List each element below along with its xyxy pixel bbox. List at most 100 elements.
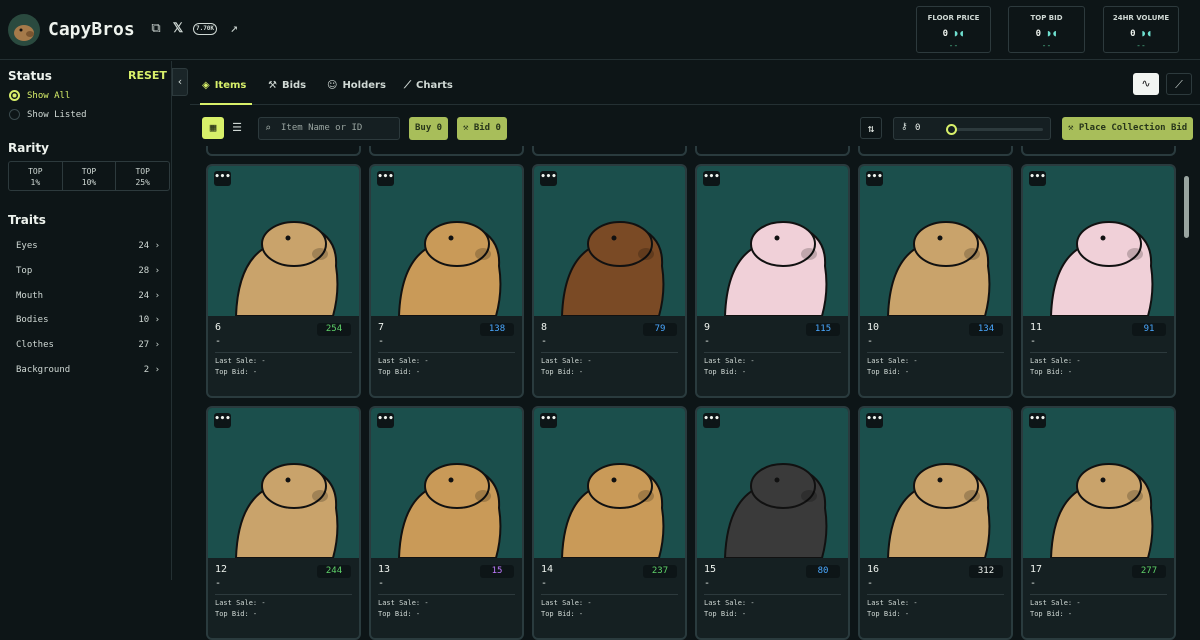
nft-card[interactable]: ••• 13 15- Last Sale: - Top Bid: - [369, 406, 524, 640]
nft-image[interactable]: ••• [371, 408, 522, 558]
rarity-top-25[interactable]: TOP 25% [116, 162, 169, 190]
nft-card[interactable]: ••• 15 80- Last Sale: - Top Bid: - [695, 406, 850, 640]
nft-image[interactable]: ••• [534, 166, 685, 316]
nft-card[interactable]: ••• 14 237- Last Sale: - Top Bid: - [532, 406, 687, 640]
nft-image[interactable]: ••• [860, 166, 1011, 316]
more-options-button[interactable]: ••• [703, 171, 720, 186]
more-options-button[interactable]: ••• [214, 413, 231, 428]
top-bid: Top Bid: - [1030, 610, 1073, 618]
search-input[interactable]: ⌕ Item Name or ID [258, 117, 400, 140]
previous-card-edge [369, 146, 524, 156]
list-view-button[interactable]: ☰ [226, 117, 248, 139]
nft-image[interactable]: ••• [371, 166, 522, 316]
floor-price-stat: FLOOR PRICE 0 ◗◖ -- [916, 6, 991, 53]
rarity-heading: Rarity [8, 141, 49, 155]
more-options-button[interactable]: ••• [377, 413, 394, 428]
rarity-top-1[interactable]: TOP 1% [9, 162, 63, 190]
more-options-button[interactable]: ••• [866, 413, 883, 428]
nft-image[interactable]: ••• [1023, 408, 1174, 558]
activity-button[interactable]: ∿ [1133, 73, 1159, 95]
nft-card[interactable]: ••• 10 134- Last Sale: - Top Bid: - [858, 164, 1013, 398]
top-bid: Top Bid: - [378, 610, 421, 618]
rarity-rank-badge: 115 [806, 323, 840, 336]
status-show-all[interactable]: Show All [9, 90, 70, 101]
nft-card[interactable]: ••• 9 115- Last Sale: - Top Bid: - [695, 164, 850, 398]
more-options-button[interactable]: ••• [377, 171, 394, 186]
radio-icon[interactable] [9, 109, 20, 120]
nft-card[interactable]: ••• 12 244- Last Sale: - Top Bid: - [206, 406, 361, 640]
nft-card[interactable]: ••• 8 79- Last Sale: - Top Bid: - [532, 164, 687, 398]
grid-view-button[interactable]: ▦ [202, 117, 224, 139]
volume-stat: 24HR VOLUME 0 ◗◖ -- [1103, 6, 1179, 53]
trait-background[interactable]: Background 2 › [16, 365, 160, 375]
more-options-button[interactable]: ••• [1029, 413, 1046, 428]
tab-bids[interactable]: ⚒ Bids [268, 80, 306, 91]
reset-button[interactable]: RESET [128, 69, 167, 82]
tab-items[interactable]: ◈ Items [202, 80, 246, 91]
place-collection-bid-button[interactable]: ⚒ Place Collection Bid [1062, 117, 1194, 140]
nft-image[interactable]: ••• [1023, 166, 1174, 316]
traits-heading: Traits [8, 213, 46, 227]
last-sale: Last Sale: - [867, 599, 918, 607]
users-icon: ☺ [327, 80, 338, 91]
top-bar: CapyBros ⧉ 𝕏 7.70K ↗ FLOOR PRICE 0 ◗◖ --… [0, 0, 1200, 60]
more-options-button[interactable]: ••• [214, 171, 231, 186]
previous-card-edge [1021, 146, 1176, 156]
previous-card-edge [695, 146, 850, 156]
top-bid: Top Bid: - [1030, 368, 1073, 376]
trait-top[interactable]: Top 28 › [16, 266, 160, 276]
top-bid: Top Bid: - [215, 368, 258, 376]
x-twitter-icon[interactable]: 𝕏 [171, 22, 185, 36]
nft-card[interactable]: ••• 6 254- Last Sale: - Top Bid: - [206, 164, 361, 398]
nft-card[interactable]: ••• 17 277- Last Sale: - Top Bid: - [1021, 406, 1176, 640]
top-bid: Top Bid: - [704, 610, 747, 618]
buy-button[interactable]: Buy 0 [409, 117, 449, 140]
nft-image[interactable]: ••• [860, 408, 1011, 558]
gavel-icon: ⚒ [268, 80, 277, 91]
slider-knob[interactable] [946, 124, 957, 135]
previous-card-edge [206, 146, 361, 156]
scrollbar[interactable] [1184, 176, 1189, 238]
more-options-button[interactable]: ••• [540, 171, 557, 186]
more-options-button[interactable]: ••• [703, 413, 720, 428]
search-icon: ⌕ [265, 123, 272, 134]
nft-image[interactable]: ••• [697, 166, 848, 316]
more-options-button[interactable]: ••• [540, 413, 557, 428]
status-show-listed[interactable]: Show Listed [9, 109, 87, 120]
external-link-icon[interactable]: ↗ [227, 22, 241, 36]
key-icon: ⚷ [901, 122, 908, 132]
bid-button[interactable]: ⚒ Bid 0 [457, 117, 507, 140]
nft-card[interactable]: ••• 7 138- Last Sale: - Top Bid: - [369, 164, 524, 398]
rarity-rank-badge: 277 [1132, 565, 1166, 578]
trait-clothes[interactable]: Clothes 27 › [16, 340, 160, 350]
last-sale: Last Sale: - [541, 357, 592, 365]
tab-holders[interactable]: ☺ Holders [327, 80, 386, 91]
trait-mouth[interactable]: Mouth 24 › [16, 291, 160, 301]
tab-charts[interactable]: ⟋ Charts [404, 80, 453, 91]
rarity-rank-badge: 254 [317, 323, 351, 336]
price-slider[interactable]: ⚷ 0 [893, 117, 1051, 140]
nft-image[interactable]: ••• [208, 408, 359, 558]
rarity-top-10[interactable]: TOP 10% [63, 162, 117, 190]
sort-button[interactable]: ⇅ [860, 117, 882, 139]
last-sale: Last Sale: - [704, 357, 755, 365]
last-sale: Last Sale: - [541, 599, 592, 607]
last-sale: Last Sale: - [378, 357, 429, 365]
collapse-sidebar-button[interactable]: ‹ [172, 68, 188, 96]
more-options-button[interactable]: ••• [866, 171, 883, 186]
rarity-rank-badge: 91 [1132, 323, 1166, 336]
nft-card[interactable]: ••• 11 91- Last Sale: - Top Bid: - [1021, 164, 1176, 398]
slider-track[interactable] [951, 128, 1043, 131]
radio-selected-icon[interactable] [9, 90, 20, 101]
nft-image[interactable]: ••• [697, 408, 848, 558]
trait-eyes[interactable]: Eyes 24 › [16, 241, 160, 251]
previous-card-edge [858, 146, 1013, 156]
nft-image[interactable]: ••• [534, 408, 685, 558]
copy-icon[interactable]: ⧉ [149, 22, 163, 36]
nft-image[interactable]: ••• [208, 166, 359, 316]
nft-card[interactable]: ••• 16 312- Last Sale: - Top Bid: - [858, 406, 1013, 640]
item-name: - [704, 336, 711, 347]
chart-view-button[interactable]: ⟋ [1166, 73, 1192, 95]
more-options-button[interactable]: ••• [1029, 171, 1046, 186]
trait-bodies[interactable]: Bodies 10 › [16, 315, 160, 325]
